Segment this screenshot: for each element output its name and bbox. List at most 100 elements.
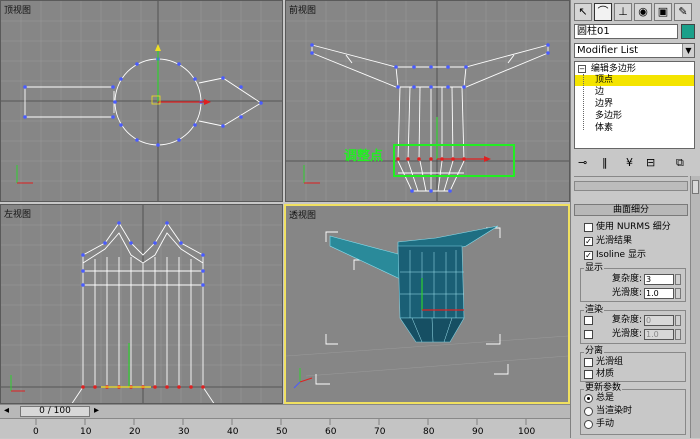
display-iterations-field[interactable]: 3 bbox=[644, 274, 674, 285]
object-name-field[interactable]: 圆柱01 bbox=[574, 24, 678, 39]
materials-label: 材质 bbox=[596, 369, 615, 379]
modify-tab-icon[interactable]: ⌒ bbox=[594, 3, 612, 21]
update-always-label: 总是 bbox=[596, 393, 615, 403]
panel-divider bbox=[574, 176, 688, 177]
use-nurms-checkbox[interactable] bbox=[584, 223, 593, 232]
viewport-label-front[interactable]: 前视图 bbox=[289, 3, 316, 16]
viewport-label-left[interactable]: 左视图 bbox=[4, 207, 31, 220]
top-mesh bbox=[24, 58, 262, 146]
stack-subobj-element[interactable]: 体素 bbox=[575, 123, 694, 134]
modifier-list-dropdown[interactable]: Modifier List ▼ bbox=[574, 43, 695, 58]
render-iterations-checkbox[interactable] bbox=[584, 316, 593, 325]
tick-label: 70 bbox=[374, 427, 386, 437]
viewport-perspective[interactable]: 透视图 bbox=[284, 204, 570, 404]
render-smoothness-label: 光滑度: bbox=[612, 329, 643, 339]
viewport-left[interactable]: 左视图 bbox=[0, 204, 283, 404]
tick-label: 20 bbox=[129, 427, 141, 437]
tick-label: 40 bbox=[227, 427, 239, 437]
next-frame-icon[interactable]: ▸ bbox=[94, 405, 99, 416]
update-manually-label: 手动 bbox=[596, 419, 615, 429]
tick-label: 90 bbox=[472, 427, 484, 437]
update-when-rendering-label: 当渲染时 bbox=[596, 406, 633, 416]
use-nurms-label: 使用 NURMS 细分 bbox=[596, 222, 671, 232]
render-smoothness-checkbox[interactable] bbox=[584, 330, 593, 339]
display-tab-icon[interactable]: ▣ bbox=[654, 3, 672, 21]
viewport-front-canvas[interactable] bbox=[286, 1, 570, 202]
hierarchy-tab-icon[interactable]: ⊥ bbox=[614, 3, 632, 21]
chevron-down-icon[interactable]: ▼ bbox=[682, 44, 694, 57]
separate-group-label: 分离 bbox=[584, 346, 605, 357]
stack-subobj-border[interactable]: 边界 bbox=[575, 99, 694, 110]
make-unique-icon[interactable]: ¥ bbox=[626, 156, 633, 169]
display-smoothness-field[interactable]: 1.0 bbox=[644, 288, 674, 299]
remove-modifier-icon[interactable]: ⊟ bbox=[646, 156, 655, 169]
viewport-top[interactable]: 顶视图 bbox=[0, 0, 283, 202]
left-axis-tripod bbox=[10, 375, 25, 392]
stack-subobj-polygon[interactable]: 多边形 bbox=[575, 111, 694, 122]
render-group-label: 渲染 bbox=[584, 305, 605, 316]
materials-checkbox[interactable] bbox=[584, 370, 593, 379]
update-manually-radio[interactable] bbox=[584, 420, 593, 429]
utilities-tab-icon[interactable]: ✎ bbox=[674, 3, 692, 21]
display-smoothness-spinner[interactable] bbox=[675, 288, 681, 299]
persp-axis-tripod bbox=[293, 368, 313, 389]
rollout-title-subdivision[interactable]: 曲面细分 bbox=[574, 204, 688, 216]
show-end-result-icon[interactable]: ‖ bbox=[602, 156, 608, 169]
create-tab-icon[interactable]: ↖ bbox=[574, 3, 592, 21]
tick-label: 30 bbox=[178, 427, 190, 437]
render-iterations-spinner[interactable] bbox=[675, 315, 681, 326]
viewport-top-canvas[interactable] bbox=[1, 1, 283, 202]
stack-subobj-vertex[interactable]: 顶点 bbox=[575, 75, 694, 86]
stack-subobj-edge[interactable]: 边 bbox=[575, 87, 694, 98]
scrollbar-thumb[interactable] bbox=[692, 180, 699, 194]
render-smoothness-spinner[interactable] bbox=[675, 329, 681, 340]
stack-tools: ⊸ ‖ ¥ ⊟ ⧉ bbox=[574, 156, 695, 172]
command-panel-scrollbar[interactable] bbox=[690, 176, 700, 438]
viewport-label-perspective[interactable]: 透视图 bbox=[289, 208, 316, 221]
motion-tab-icon[interactable]: ◉ bbox=[634, 3, 652, 21]
render-iterations-field[interactable]: 0 bbox=[644, 315, 674, 326]
display-smoothness-label: 光滑度: bbox=[612, 288, 643, 298]
isoline-display-label: Isoline 显示 bbox=[596, 250, 646, 260]
annotation-adjust-points: 调整点 bbox=[344, 149, 384, 164]
object-color-swatch[interactable] bbox=[681, 24, 695, 39]
smoothing-groups-checkbox[interactable] bbox=[584, 358, 593, 367]
modifier-stack[interactable]: − 编辑多边形 顶点 边 边界 多边形 体素 bbox=[574, 61, 695, 149]
top-axis-tripod bbox=[16, 165, 33, 184]
front-axis-tripod bbox=[303, 165, 320, 184]
tick-label: 60 bbox=[325, 427, 337, 437]
collapsed-rollout[interactable] bbox=[574, 181, 688, 191]
tick-label: 50 bbox=[276, 427, 288, 437]
track-bar[interactable]: 0 10 20 30 40 50 60 70 80 90 100 bbox=[0, 418, 570, 438]
stack-item-label: 编辑多边形 bbox=[590, 64, 636, 74]
stack-item-edit-poly[interactable]: − 编辑多边形 bbox=[575, 64, 694, 75]
viewport-label-top[interactable]: 顶视图 bbox=[4, 3, 31, 16]
update-when-rendering-radio[interactable] bbox=[584, 407, 593, 416]
prev-frame-icon[interactable]: ◂ bbox=[4, 405, 9, 416]
tick-label: 80 bbox=[423, 427, 435, 437]
time-slider[interactable]: 0 / 100 bbox=[20, 406, 90, 417]
viewport-perspective-canvas[interactable] bbox=[286, 206, 568, 402]
update-always-radio[interactable] bbox=[584, 394, 593, 403]
display-group-label: 显示 bbox=[584, 263, 605, 274]
render-iterations-label: 复杂度: bbox=[612, 315, 643, 325]
display-iterations-spinner[interactable] bbox=[675, 274, 681, 285]
selection-highlight-box bbox=[393, 144, 515, 177]
smoothing-groups-label: 光滑组 bbox=[596, 357, 624, 367]
modifier-list-label: Modifier List bbox=[577, 45, 639, 56]
configure-sets-icon[interactable]: ⧉ bbox=[676, 156, 684, 170]
tick-label: 100 bbox=[518, 427, 536, 437]
expand-minus-icon[interactable]: − bbox=[578, 65, 586, 73]
stack-tree-line bbox=[583, 74, 584, 130]
viewport-front[interactable]: 前视图 调整点 bbox=[285, 0, 570, 202]
isoline-display-checkbox[interactable]: ✓ bbox=[584, 251, 593, 260]
render-smoothness-field[interactable]: 1.0 bbox=[644, 329, 674, 340]
display-iterations-label: 复杂度: bbox=[612, 274, 643, 284]
time-slider-track[interactable]: ◂ 0 / 100 ▸ bbox=[0, 404, 570, 418]
smooth-result-label: 光滑结果 bbox=[596, 236, 633, 246]
tick-label: 0 bbox=[33, 427, 39, 437]
smooth-result-checkbox[interactable]: ✓ bbox=[584, 237, 593, 246]
viewport-left-canvas[interactable] bbox=[1, 205, 283, 404]
top-gizmo bbox=[151, 44, 211, 105]
pin-stack-icon[interactable]: ⊸ bbox=[578, 156, 587, 169]
